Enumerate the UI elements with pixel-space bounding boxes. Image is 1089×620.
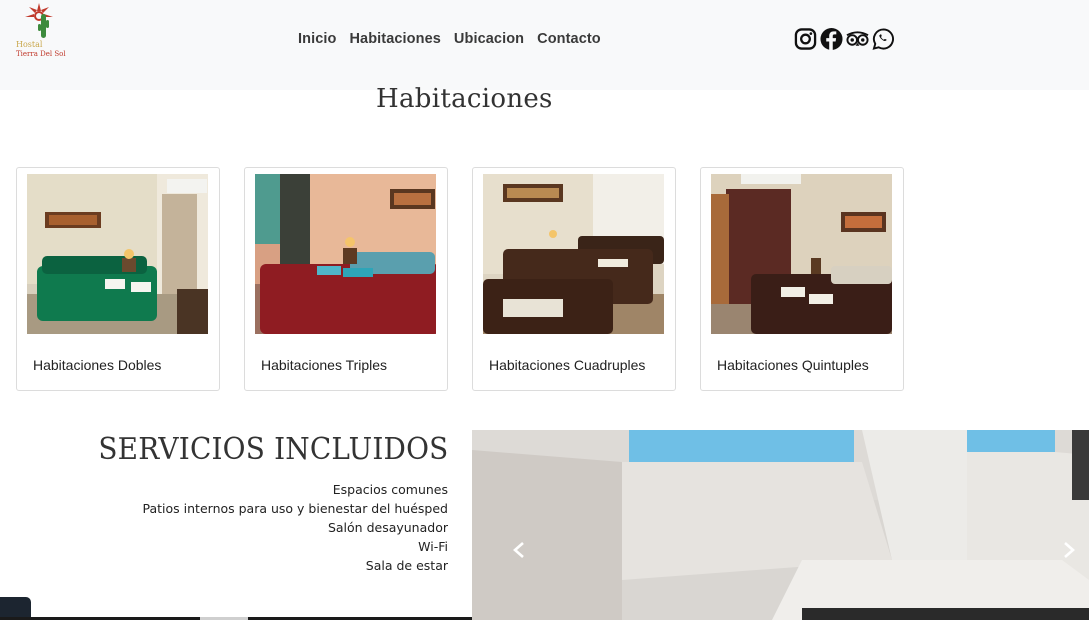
room-card-triples[interactable]: Habitaciones Triples [244,167,448,391]
room-photo [27,174,208,334]
room-card-quintuples[interactable]: Habitaciones Quintuples [700,167,904,391]
service-item: Sala de estar [365,558,448,573]
main-nav: Inicio Habitaciones Ubicacion Contacto [298,31,614,47]
cactus-sun-icon [25,3,53,38]
logo-text-top: Hostal [16,40,43,49]
room-card-label: Habitaciones Quintuples [717,357,869,373]
room-card-label: Habitaciones Dobles [33,357,162,373]
nav-ubicacion[interactable]: Ubicacion [454,31,524,47]
service-item: Salón desayunador [327,520,448,535]
room-photo [255,174,436,334]
whatsapp-icon[interactable] [872,27,895,51]
service-item: Patios internos para uso y bienestar del… [142,501,448,516]
services-carousel[interactable] [472,430,1089,620]
carousel-photo [472,430,1089,620]
navbar: Hostal Tierra Del Sol Inicio Habitacione… [0,0,1089,90]
services-title: SERVICIOS INCLUIDOS [97,432,448,467]
facebook-icon[interactable] [820,27,843,51]
logo-text-bottom: Tierra Del Sol [16,50,66,58]
services-list: Espacios comunes Patios internos para us… [143,480,448,575]
chevron-left-icon [513,542,524,558]
room-photo [483,174,664,334]
nav-contacto[interactable]: Contacto [537,31,601,47]
room-card-dobles[interactable]: Habitaciones Dobles [16,167,220,391]
service-item: Wi-Fi [418,539,448,554]
nav-inicio[interactable]: Inicio [298,31,336,47]
room-card-label: Habitaciones Triples [261,357,388,373]
social-links [794,27,895,51]
carousel-prev-button[interactable] [508,536,530,564]
chevron-right-icon [1064,542,1075,558]
nav-habitaciones[interactable]: Habitaciones [349,31,440,47]
service-item: Espacios comunes [332,482,448,497]
room-card-label: Habitaciones Cuadruples [489,357,646,373]
instagram-icon[interactable] [794,27,817,51]
room-card-cuadruples[interactable]: Habitaciones Cuadruples [472,167,676,391]
hotel-logo[interactable]: Hostal Tierra Del Sol [14,2,74,60]
carousel-next-button[interactable] [1058,536,1080,564]
rooms-title: Habitaciones [376,84,553,114]
room-photo [711,174,892,334]
tripadvisor-icon[interactable] [846,27,869,51]
